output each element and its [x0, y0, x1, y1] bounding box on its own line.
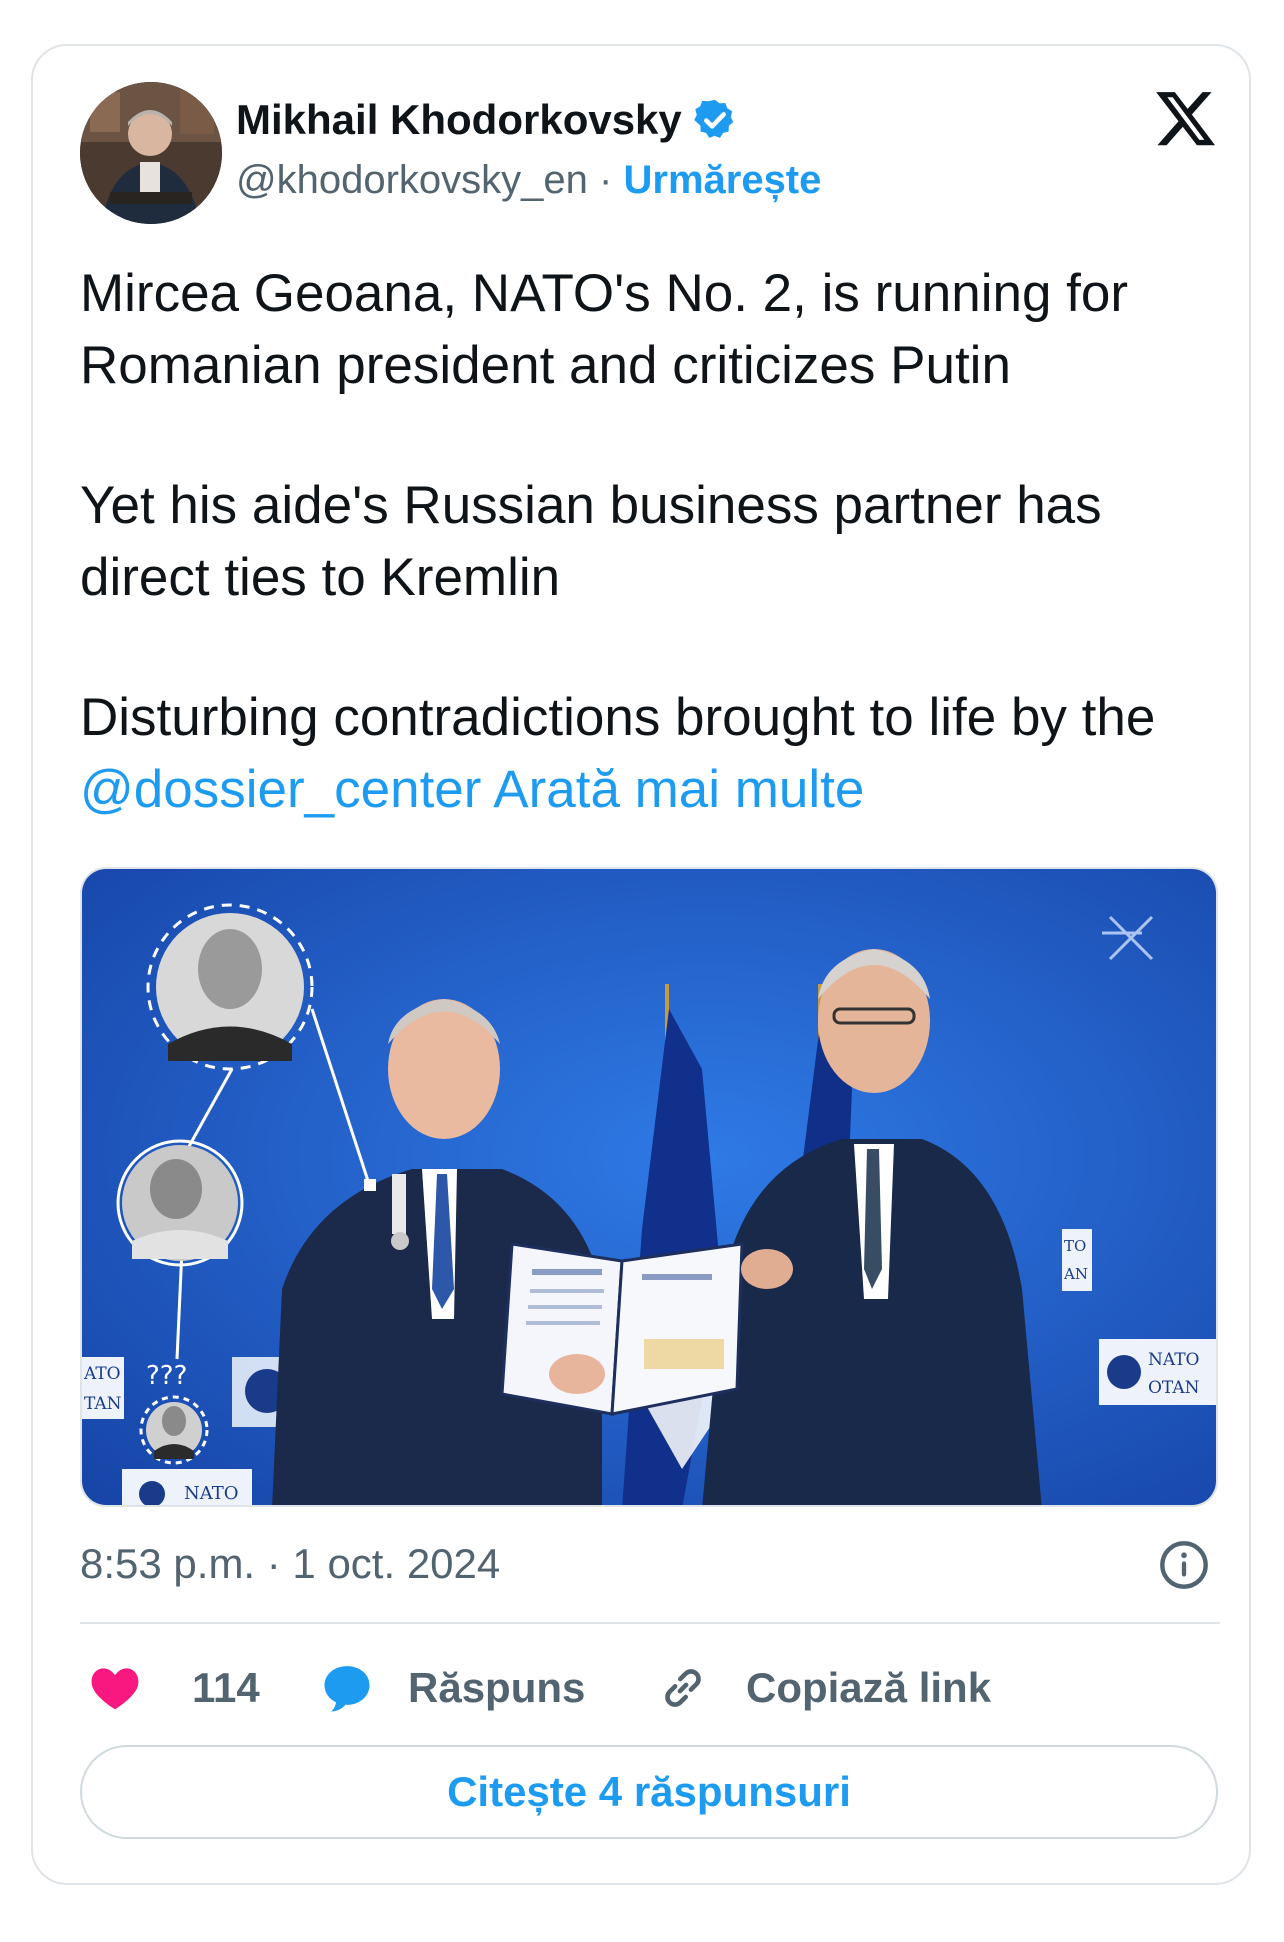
nato-sign-bottom: NATO [122, 1469, 252, 1505]
tweet-paragraph-3: Disturbing contradictions brought to lif… [80, 682, 1240, 826]
follow-button[interactable]: Urmărește [623, 158, 821, 202]
tweet-body: Mircea Geoana, NATO's No. 2, is running … [80, 258, 1240, 894]
tweet-paragraph-3-text: Disturbing contradictions brought to lif… [80, 688, 1156, 747]
heart-icon [91, 1668, 139, 1710]
like-button[interactable]: 114 [90, 1648, 260, 1728]
nato-bottom-text: NATO [184, 1483, 239, 1504]
handle-separator: · [599, 158, 613, 202]
copy-link-button[interactable]: Copiază link [658, 1648, 991, 1728]
divider [80, 1622, 1220, 1624]
copy-link-label: Copiază link [746, 1664, 992, 1711]
nato-sign-left: ATO TAN [82, 1357, 124, 1419]
author-handle-row: @khodorkovsky_en · Urmărește [236, 158, 821, 203]
tweet-media-image[interactable]: ATO TAN NATO NATO OTAN TO AN ??? [80, 867, 1218, 1507]
nato-sign-mid: TO AN [1062, 1229, 1092, 1291]
verified-badge-icon [694, 99, 733, 138]
hand [549, 1354, 605, 1394]
certificate-document [500, 1242, 744, 1416]
info-icon[interactable] [1158, 1539, 1210, 1591]
tan-partial-text: TAN [84, 1394, 122, 1414]
reply-bubble-icon [324, 1666, 370, 1712]
read-replies-button[interactable]: Citește 4 răspunsuri [80, 1745, 1218, 1839]
like-count: 114 [192, 1664, 260, 1711]
otan-right-text: OTAN [1148, 1378, 1200, 1398]
author-avatar[interactable] [80, 82, 222, 224]
author-name-text: Mikhail Khodorkovsky [236, 96, 682, 143]
tweet-timestamp[interactable]: 8:53 p.m. · 1 oct. 2024 [80, 1540, 500, 1588]
action-bar: 114 Răspuns Copiază link [80, 1648, 1220, 1728]
show-more-link[interactable]: Arată mai multe [493, 760, 864, 819]
x-logo-icon[interactable] [1152, 86, 1220, 150]
mention-link[interactable]: @dossier_center [80, 760, 481, 819]
media-illustration: ATO TAN NATO NATO OTAN TO AN ??? [82, 869, 1216, 1505]
tweet-paragraph-1: Mircea Geoana, NATO's No. 2, is running … [80, 264, 1128, 395]
an-partial-text: AN [1063, 1265, 1088, 1283]
nato-right-text: NATO [1148, 1350, 1200, 1370]
to-partial-text: TO [1064, 1237, 1086, 1255]
reply-label: Răspuns [408, 1664, 586, 1711]
unknown-link-text: ??? [146, 1361, 187, 1391]
link-icon [665, 1669, 701, 1707]
read-replies-label: Citește 4 răspunsuri [447, 1768, 851, 1815]
nato-sign-right: NATO OTAN [1099, 1339, 1216, 1405]
author-handle[interactable]: @khodorkovsky_en [236, 158, 588, 202]
avatar-photo [80, 82, 222, 224]
reply-button[interactable]: Răspuns [322, 1648, 585, 1728]
author-name[interactable]: Mikhail Khodorkovsky [236, 96, 738, 144]
tweet-paragraph-2: Yet his aide's Russian business partner … [80, 476, 1102, 607]
hand [741, 1249, 793, 1289]
ato-partial-text: ATO [83, 1364, 121, 1384]
